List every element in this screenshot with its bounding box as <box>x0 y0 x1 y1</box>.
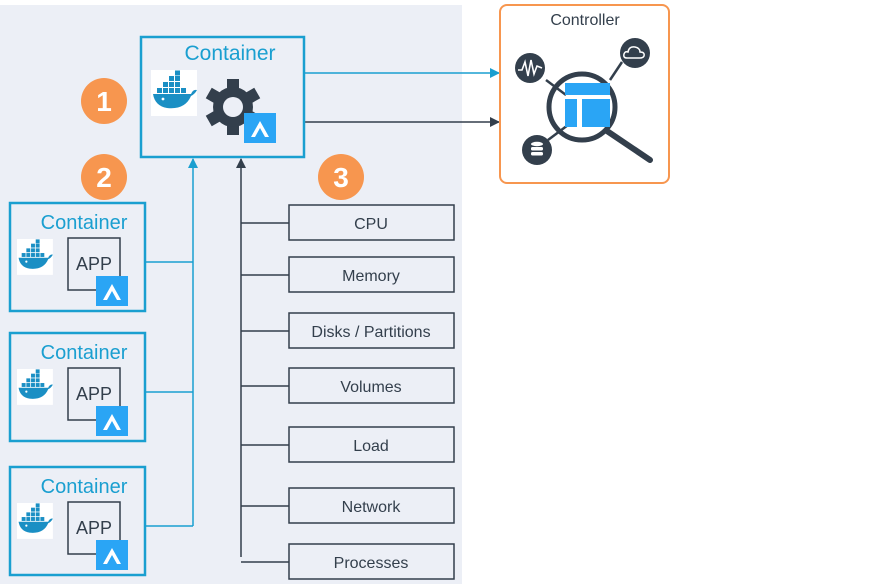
rancher-badge-icon <box>96 276 128 306</box>
controller-box[interactable]: Controller <box>499 4 670 184</box>
controller-title: Controller <box>550 12 620 29</box>
rancher-badge-icon <box>244 113 276 143</box>
app-label: APP <box>76 384 112 404</box>
main-container-title: Container <box>184 42 275 65</box>
metric-label: Memory <box>342 268 400 285</box>
app-container[interactable]: Container APP <box>8 201 147 313</box>
app-container[interactable]: Container APP <box>8 331 147 443</box>
metric-label: CPU <box>354 216 388 233</box>
app-container-title: Container <box>41 476 128 498</box>
svg-text:1: 1 <box>96 86 112 117</box>
app-label: APP <box>76 518 112 538</box>
metric-box[interactable]: CPU <box>288 204 455 241</box>
rancher-badge-icon <box>96 406 128 436</box>
database-icon <box>522 135 552 165</box>
app-container-title: Container <box>41 342 128 364</box>
metric-box[interactable]: Memory <box>288 256 455 293</box>
metric-label: Disks / Partitions <box>311 324 430 341</box>
app-container-title: Container <box>41 212 128 234</box>
app-label: APP <box>76 254 112 274</box>
metric-box[interactable]: Volumes <box>288 367 455 404</box>
metric-label: Processes <box>334 555 409 572</box>
metric-box[interactable]: Processes <box>288 543 455 580</box>
architecture-diagram: Container 1 2 3 Controller ContainerAPPC… <box>0 4 670 584</box>
metric-box[interactable]: Load <box>288 426 455 463</box>
docker-whale-icon <box>151 70 197 116</box>
svg-text:3: 3 <box>333 162 349 193</box>
pulse-icon <box>515 53 545 83</box>
step-1-badge: 1 <box>81 78 127 124</box>
rancher-badge-icon <box>96 540 128 570</box>
metric-label: Load <box>353 438 389 455</box>
metric-box[interactable]: Network <box>288 487 455 524</box>
dashboard-icon <box>565 83 610 127</box>
app-container[interactable]: Container APP <box>8 465 147 577</box>
docker-whale-icon <box>17 239 53 275</box>
metric-label: Volumes <box>340 379 401 396</box>
metric-box[interactable]: Disks / Partitions <box>288 312 455 349</box>
main-container[interactable]: Container <box>139 35 306 159</box>
docker-whale-icon <box>17 369 53 405</box>
cloud-icon <box>620 38 650 68</box>
docker-whale-icon <box>17 503 53 539</box>
step-3-badge: 3 <box>318 154 364 200</box>
step-2-badge: 2 <box>81 154 127 200</box>
svg-text:2: 2 <box>96 162 112 193</box>
metric-label: Network <box>342 499 402 516</box>
